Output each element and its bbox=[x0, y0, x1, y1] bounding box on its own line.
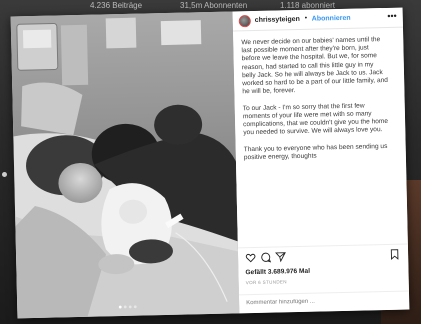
separator-dot: • bbox=[304, 14, 308, 22]
comment-bar bbox=[238, 290, 410, 314]
post-modal: chrissyteigen • Abonnieren ••• We never … bbox=[10, 7, 410, 319]
share-icon[interactable] bbox=[275, 251, 286, 263]
post-actions bbox=[237, 243, 409, 268]
post-caption: We never decide on our babies' names unt… bbox=[241, 36, 391, 239]
caption-paragraph: Thank you to everyone who has been sendi… bbox=[243, 142, 388, 162]
bookmark-icon[interactable] bbox=[389, 249, 400, 260]
likes-count[interactable]: Gefällt 3.689.976 Mal bbox=[245, 268, 310, 276]
screen: 4.236 Beiträge 31,5m Abonnenten 1.118 ab… bbox=[0, 0, 421, 324]
post-timestamp: VOR 6 STUNDEN bbox=[245, 279, 287, 286]
post-panel: chrissyteigen • Abonnieren ••• We never … bbox=[232, 7, 410, 314]
heart-icon[interactable] bbox=[245, 252, 256, 263]
more-horizontal-icon[interactable]: ••• bbox=[387, 11, 397, 21]
followers-count[interactable]: 31,5m Abonnenten bbox=[180, 1, 247, 10]
caption-paragraph: We never decide on our babies' names unt… bbox=[241, 36, 389, 96]
username[interactable]: chrissyteigen bbox=[255, 16, 300, 24]
post-header: chrissyteigen • Abonnieren ••• bbox=[232, 7, 403, 32]
posts-count: 4.236 Beiträge bbox=[90, 1, 143, 10]
carousel-dot bbox=[2, 172, 7, 177]
follow-button[interactable]: Abonnieren bbox=[312, 15, 351, 23]
avatar[interactable] bbox=[238, 15, 251, 28]
caption-paragraph: To our Jack - I'm so sorry that the firs… bbox=[242, 102, 389, 137]
post-photo bbox=[10, 11, 240, 319]
comment-input[interactable] bbox=[246, 296, 397, 307]
comment-icon[interactable] bbox=[260, 252, 272, 263]
